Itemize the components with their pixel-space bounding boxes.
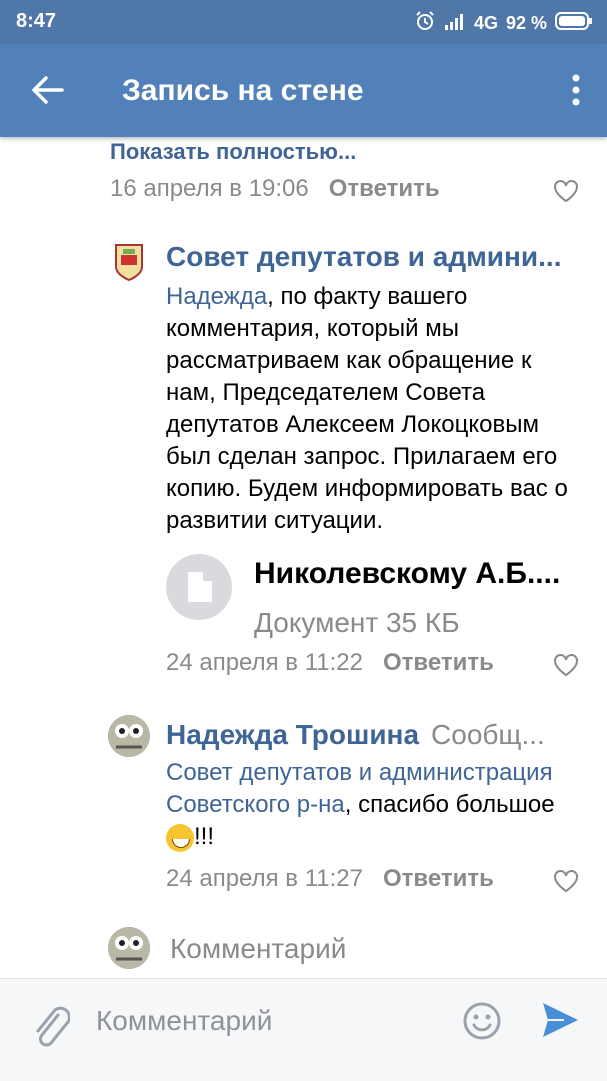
- comment-meta: 24 апреля в 11:27 Ответить: [166, 865, 494, 893]
- my-avatar: [108, 927, 150, 969]
- community-badge: Сообщ...: [431, 719, 545, 750]
- grinning-emoji-icon: [166, 823, 194, 852]
- alarm-icon: [414, 10, 436, 37]
- comment-meta: 16 апреля в 19:06 Ответить: [110, 175, 440, 203]
- status-time: 8:47: [16, 10, 57, 32]
- reply-button[interactable]: Ответить: [383, 865, 494, 892]
- status-icons: 4G 92 %: [414, 10, 593, 37]
- comment-compose-bar: Комментарий: [0, 978, 607, 1081]
- paperclip-icon[interactable]: [30, 1001, 71, 1051]
- comment-author: Надежда Трошина Сообщ...: [166, 719, 576, 751]
- comment-body: , спасибо большое: [344, 791, 555, 818]
- comment-text: Надежда, по факту вашего комментария, ко…: [166, 281, 586, 537]
- comment-input[interactable]: Комментарий: [96, 1005, 436, 1037]
- heart-icon[interactable]: [553, 179, 579, 203]
- reply-button[interactable]: Ответить: [383, 649, 494, 676]
- network-type: 4G: [473, 13, 498, 33]
- avatar[interactable]: [108, 241, 150, 283]
- document-name[interactable]: Николевскому А.Б....: [254, 557, 560, 591]
- comment-text: Совет депутатов и администрация Советско…: [166, 757, 596, 853]
- comment-date: 24 апреля в 11:22: [166, 649, 363, 676]
- battery-icon: [555, 11, 593, 36]
- inline-comment-input[interactable]: Комментарий: [170, 933, 346, 965]
- comment-date: 16 апреля в 19:06: [110, 175, 309, 202]
- heart-icon[interactable]: [553, 653, 579, 677]
- signal-icon: [444, 12, 466, 35]
- comment-meta: 24 апреля в 11:22 Ответить: [166, 649, 494, 677]
- comment-date: 24 апреля в 11:27: [166, 865, 363, 892]
- status-bar: 8:47 4G 92 %: [0, 0, 607, 44]
- page-title: Запись на стене: [122, 74, 364, 107]
- comment-body: , по факту вашего комментария, который м…: [166, 283, 568, 534]
- avatar[interactable]: [108, 715, 150, 757]
- back-arrow-icon[interactable]: [30, 72, 66, 108]
- comment-author-name[interactable]: Надежда Трошина: [166, 719, 419, 750]
- heart-icon[interactable]: [553, 869, 579, 893]
- comment-author[interactable]: Совет депутатов и админи...: [166, 241, 586, 273]
- comment-suffix: !!!: [194, 823, 215, 850]
- smile-icon[interactable]: [462, 1001, 502, 1041]
- mention-link[interactable]: Советского р-на: [166, 791, 345, 818]
- show-full-link[interactable]: Показать полностью...: [110, 139, 356, 165]
- document-attachment[interactable]: [166, 554, 232, 620]
- reply-button[interactable]: Ответить: [329, 175, 440, 202]
- more-vert-icon[interactable]: [571, 72, 581, 108]
- battery-level: 92 %: [505, 13, 547, 33]
- document-meta: Документ 35 КБ: [254, 607, 460, 638]
- app-bar: Запись на стене: [0, 44, 607, 137]
- mention-link[interactable]: Совет депутатов и администрация: [166, 759, 553, 786]
- mention-link[interactable]: Надежда: [166, 283, 267, 310]
- send-icon[interactable]: [540, 999, 580, 1041]
- inline-comment-row: Комментарий: [106, 927, 576, 971]
